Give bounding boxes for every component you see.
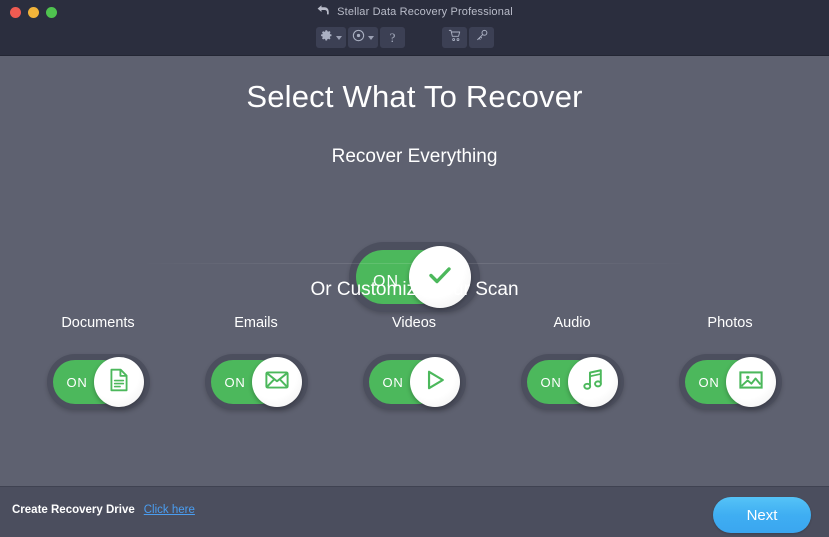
customize-scan-label: Or Customize Your Scan (0, 279, 829, 301)
next-button[interactable]: Next (713, 497, 811, 533)
page-title: Select What To Recover (0, 79, 829, 115)
back-arrow-icon (316, 3, 330, 21)
category-label: Audio (493, 315, 651, 331)
toggle-knob[interactable] (94, 357, 144, 407)
audio-toggle[interactable]: ON (521, 354, 624, 410)
category-audio: Audio ON (493, 315, 651, 410)
section-divider (140, 263, 689, 264)
disc-icon (352, 29, 365, 47)
documents-toggle[interactable]: ON (47, 354, 150, 410)
title-center: Stellar Data Recovery Professional (0, 0, 829, 24)
chevron-down-icon (336, 36, 342, 40)
image-icon (738, 367, 764, 398)
category-videos: Videos ON (335, 315, 493, 410)
help-button[interactable]: ? (380, 27, 405, 48)
toolbar-group-secondary (442, 27, 494, 48)
category-emails: Emails ON (177, 315, 335, 410)
recovery-drive-link[interactable]: Click here (144, 504, 195, 516)
emails-toggle[interactable]: ON (205, 354, 308, 410)
recovery-drive-label: Create Recovery Drive (12, 504, 135, 516)
window-controls (10, 7, 57, 18)
toggle-knob[interactable] (726, 357, 776, 407)
app-window: Stellar Data Recovery Professional (0, 0, 829, 537)
play-icon (422, 367, 448, 398)
category-documents: Documents ON (19, 315, 177, 410)
maximize-button[interactable] (46, 7, 57, 18)
window-title: Stellar Data Recovery Professional (337, 6, 513, 18)
scan-mode-button[interactable] (348, 27, 378, 48)
close-button[interactable] (10, 7, 21, 18)
photos-toggle[interactable]: ON (679, 354, 782, 410)
toggle-state-label: ON (67, 375, 88, 390)
recovery-drive-area: Create Recovery Drive Click here (12, 504, 195, 516)
recover-everything-label: Recover Everything (0, 146, 829, 168)
buy-button[interactable] (442, 27, 467, 48)
envelope-icon (264, 367, 290, 398)
toolbar: ? (0, 24, 829, 56)
toolbar-group-primary: ? (316, 27, 405, 48)
document-icon (106, 367, 132, 398)
category-toggles: Documents ON (0, 315, 829, 415)
cart-icon (448, 29, 462, 47)
gear-icon (320, 29, 333, 47)
question-mark-icon: ? (390, 31, 396, 44)
key-icon (475, 29, 489, 47)
toggle-state-label: ON (699, 375, 720, 390)
toggle-state-label: ON (225, 375, 246, 390)
music-note-icon (580, 367, 606, 398)
toggle-knob[interactable] (568, 357, 618, 407)
toggle-knob[interactable] (410, 357, 460, 407)
activate-button[interactable] (469, 27, 494, 48)
settings-button[interactable] (316, 27, 346, 48)
category-label: Documents (19, 315, 177, 331)
category-photos: Photos ON (651, 315, 809, 410)
recover-everything-toggle[interactable]: ON (349, 242, 480, 312)
toggle-knob[interactable] (252, 357, 302, 407)
main-content: Select What To Recover Recover Everythin… (0, 57, 829, 486)
category-label: Videos (335, 315, 493, 331)
chevron-down-icon (368, 36, 374, 40)
videos-toggle[interactable]: ON (363, 354, 466, 410)
toggle-state-label: ON (541, 375, 562, 390)
title-bar: Stellar Data Recovery Professional (0, 0, 829, 24)
category-label: Photos (651, 315, 809, 331)
footer-bar: Create Recovery Drive Click here Next (0, 486, 829, 537)
toggle-state-label: ON (383, 375, 404, 390)
minimize-button[interactable] (28, 7, 39, 18)
category-label: Emails (177, 315, 335, 331)
